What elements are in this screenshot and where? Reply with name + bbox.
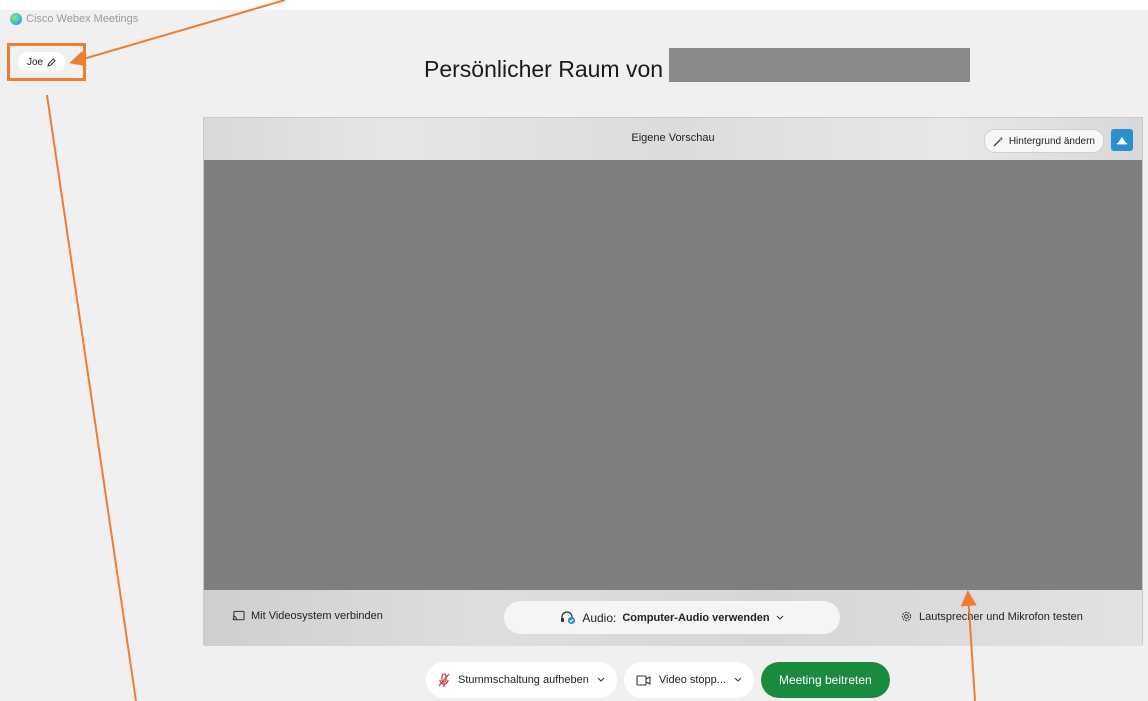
chevron-down-icon (597, 677, 605, 682)
audio-selector[interactable]: Audio: Computer-Audio verwenden (504, 601, 840, 634)
audio-value: Computer-Audio verwenden (622, 611, 770, 624)
video-button[interactable]: Video stopp... (623, 662, 754, 698)
microphone-muted-icon (438, 672, 450, 687)
test-speaker-mic-button[interactable]: Lautsprecher und Mikrofon testen (900, 610, 1083, 623)
app-title-text: Cisco Webex Meetings (26, 13, 139, 25)
change-background-button[interactable]: Hintergrund ändern (983, 129, 1104, 153)
connect-video-system-label: Mit Videosystem verbinden (251, 610, 383, 622)
webex-window: Cisco Webex Meetings Joe Persönlicher Ra… (0, 0, 1148, 701)
join-meeting-button[interactable]: Meeting beitreten (760, 662, 890, 698)
gear-icon (901, 611, 912, 622)
unmute-button[interactable]: Stummschaltung aufheben (426, 662, 617, 698)
headset-icon (561, 611, 576, 625)
webex-logo-icon (10, 13, 22, 25)
preview-footer: Mit Videosystem verbinden Audio: Compute… (204, 590, 1142, 646)
self-preview-panel: Eigene Vorschau Hintergrund ändern Mit V… (203, 117, 1143, 646)
annotation-line (46, 94, 137, 701)
unmute-label: Stummschaltung aufheben (458, 674, 589, 686)
app-title: Cisco Webex Meetings (10, 10, 138, 28)
video-camera-icon (636, 674, 651, 686)
magic-wand-icon (993, 136, 1003, 147)
chevron-down-icon (734, 677, 742, 682)
meeting-controls: Stummschaltung aufheben Video stopp... M… (426, 662, 890, 698)
annotation-box (7, 43, 86, 81)
redacted-name (669, 48, 970, 82)
change-background-label: Hintergrund ändern (1008, 135, 1095, 147)
preview-header: Eigene Vorschau Hintergrund ändern (204, 118, 1142, 160)
test-speaker-mic-label: Lautsprecher und Mikrofon testen (919, 610, 1083, 623)
cast-icon (232, 610, 245, 621)
connect-video-system-button[interactable]: Mit Videosystem verbinden (232, 610, 383, 622)
background-options-button[interactable] (1111, 129, 1133, 151)
audio-prefix: Audio: (582, 610, 617, 625)
title-bar (0, 0, 1148, 10)
video-label: Video stopp... (658, 674, 726, 686)
chevron-down-icon (776, 615, 784, 620)
room-title: Persönlicher Raum von (424, 56, 664, 82)
video-preview-area (204, 160, 1142, 590)
background-effect-icon (1117, 137, 1127, 145)
